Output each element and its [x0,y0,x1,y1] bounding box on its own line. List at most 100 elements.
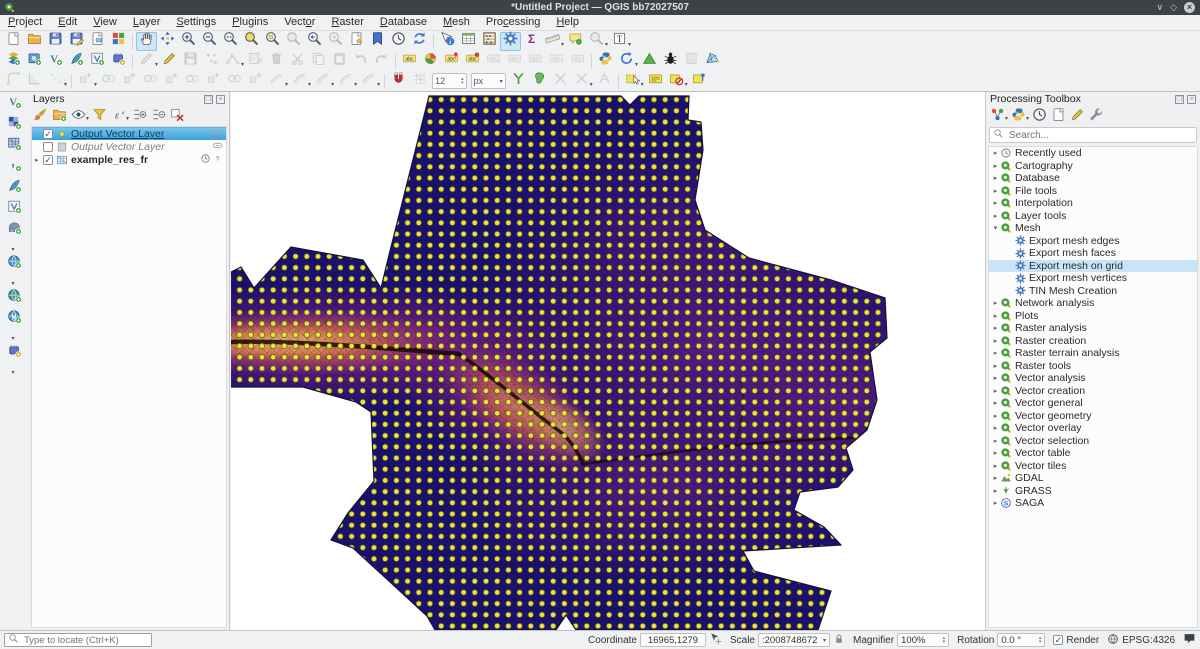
render-checkbox[interactable]: ✓ [1053,635,1063,645]
float-panel-icon[interactable]: ❐ [204,95,213,104]
add-memory-layer-button[interactable] [4,343,25,362]
remove-layer-button[interactable] [168,107,187,124]
new-spatial-bookmark-button[interactable] [346,32,367,51]
toolbox-group[interactable]: ▸Vector overlay [989,422,1197,435]
dropdown-arrow-icon[interactable]: ▾ [377,81,380,88]
refresh-map-button[interactable] [409,32,430,51]
dropdown-arrow-icon[interactable]: ▾ [635,61,638,68]
toolbox-group[interactable]: ▸File tools [989,185,1197,198]
zoom-to-selection-button[interactable] [262,32,283,51]
toolbox-group-label[interactable]: Recently used [1015,147,1082,159]
deselect-features-button[interactable] [666,72,687,91]
mouse-position-icon[interactable] [709,632,722,648]
rotation-spinbox[interactable]: 0.0 ° ▴▾ [997,633,1045,647]
layer-visibility-checkbox[interactable]: ✓ [43,129,53,139]
toolbox-group[interactable]: ▸Network analysis [989,297,1197,310]
chevron-right-icon[interactable]: ▸ [991,399,1000,407]
toolbox-group-label[interactable]: Raster terrain analysis [1015,347,1119,359]
menu-vector[interactable]: Vector [276,15,323,30]
add-postgis-layer-button[interactable] [4,220,25,239]
map-tips-button[interactable] [565,32,586,51]
menu-raster[interactable]: Raster [323,15,371,30]
expand-all-button[interactable] [130,107,149,124]
dropdown-arrow-icon[interactable]: ▾ [11,335,14,342]
dropdown-arrow-icon[interactable]: ▾ [641,81,644,88]
toggle-editing-button[interactable] [159,52,180,71]
menu-settings[interactable]: Settings [168,15,224,30]
chevron-right-icon[interactable]: ▸ [35,156,43,164]
collapse-all-button[interactable] [149,107,168,124]
open-layer-styling-button[interactable] [31,107,50,124]
toolbox-algorithm-label[interactable]: Export mesh on grid [1029,260,1123,272]
open-project-button[interactable] [24,32,45,51]
add-delimited-text-layer-button[interactable]: , [4,157,25,176]
toolbox-group-label[interactable]: Network analysis [1015,297,1094,309]
select-by-value-button[interactable] [689,72,710,91]
chevron-right-icon[interactable]: ▸ [991,349,1000,357]
toolbox-group[interactable]: ▸Database [989,172,1197,185]
menu-help[interactable]: Help [548,15,587,30]
toolbox-group[interactable]: ▸GRASS [989,485,1197,498]
enable-snapping-button[interactable] [388,72,409,91]
dropdown-arrow-icon[interactable]: ▾ [11,246,14,253]
chevron-right-icon[interactable]: ▸ [991,162,1000,170]
menu-mesh[interactable]: Mesh [435,15,478,30]
coordinate-input[interactable] [644,634,702,647]
toolbox-group[interactable]: ▸Raster tools [989,360,1197,373]
toolbox-search-input[interactable] [1007,129,1193,142]
dropdown-arrow-icon[interactable]: ▾ [241,61,244,68]
new-project-button[interactable] [3,32,24,51]
menu-edit[interactable]: Edit [50,15,85,30]
layer-item[interactable]: Output Vector Layer [32,140,226,153]
map-canvas[interactable] [231,92,985,630]
toolbox-group[interactable]: ▸Vector analysis [989,372,1197,385]
dropdown-arrow-icon[interactable]: ▾ [11,369,14,376]
filter-legend-button[interactable] [90,107,109,124]
statistical-summary-button[interactable] [479,32,500,51]
toolbox-group-label[interactable]: Vector selection [1015,435,1089,447]
identify-features-button[interactable]: i [437,32,458,51]
dropdown-arrow-icon[interactable]: ▾ [308,81,311,88]
toolbox-group-label[interactable]: Raster creation [1015,335,1086,347]
add-wms-layer-button[interactable] [4,254,25,273]
close-icon[interactable]: × [1184,2,1195,13]
toolbox-group[interactable]: ▸ Raster terrain analysis [989,347,1197,360]
toolbox-algorithm-label[interactable]: Export mesh vertices [1029,272,1127,284]
add-wcs-layer-button[interactable] [4,288,25,307]
open-attribute-table-button[interactable] [458,32,479,51]
processing-history-button[interactable] [616,52,637,71]
toolbox-group[interactable]: ▾Mesh [989,222,1197,235]
enable-tracing-button[interactable] [508,72,529,91]
magnifier-spinbox[interactable]: 100% ▴▾ [897,633,949,647]
menu-processing[interactable]: Processing [478,15,548,30]
measure-line-button[interactable] [542,32,563,51]
dropdown-arrow-icon[interactable]: ▾ [64,81,67,88]
chevron-right-icon[interactable]: ▸ [991,212,1000,220]
chevron-right-icon[interactable]: ▸ [991,199,1000,207]
results-viewer-button[interactable] [1049,107,1068,124]
locator-input[interactable] [22,634,132,647]
select-by-form-button[interactable] [645,72,666,91]
toolbox-algorithm-label[interactable]: Export mesh edges [1029,235,1119,247]
messages-icon[interactable] [1183,632,1196,648]
toolbox-group[interactable]: ▸Layer tools [989,210,1197,223]
show-statistics-button[interactable]: Σ [521,32,542,51]
highlight-pinned-labels-button[interactable]: abc [462,52,483,71]
snapping-units[interactable]: px▾ [471,73,506,89]
style-manager-button[interactable] [108,32,129,51]
text-annotation-button[interactable]: T [609,32,630,51]
toolbox-group-label[interactable]: Vector tiles [1015,460,1066,472]
chevron-right-icon[interactable]: ▸ [991,449,1000,457]
toolbox-group-label[interactable]: Vector geometry [1015,410,1091,422]
chevron-right-icon[interactable]: ▸ [991,499,1000,507]
zoom-last-button[interactable] [304,32,325,51]
toolbox-algorithm[interactable]: Export mesh edges [989,235,1197,248]
chevron-right-icon[interactable]: ▸ [991,337,1000,345]
toolbox-group[interactable]: ▸Vector creation [989,385,1197,398]
dropdown-arrow-icon[interactable]: ▾ [94,81,97,88]
toolbox-group-label[interactable]: Interpolation [1015,197,1073,209]
temporal-controller-button[interactable] [388,32,409,51]
toolbox-group-label[interactable]: Vector general [1015,397,1083,409]
new-shapefile-layer-button[interactable]: V [45,52,66,71]
toolbox-group[interactable]: ▸ Raster creation [989,335,1197,348]
